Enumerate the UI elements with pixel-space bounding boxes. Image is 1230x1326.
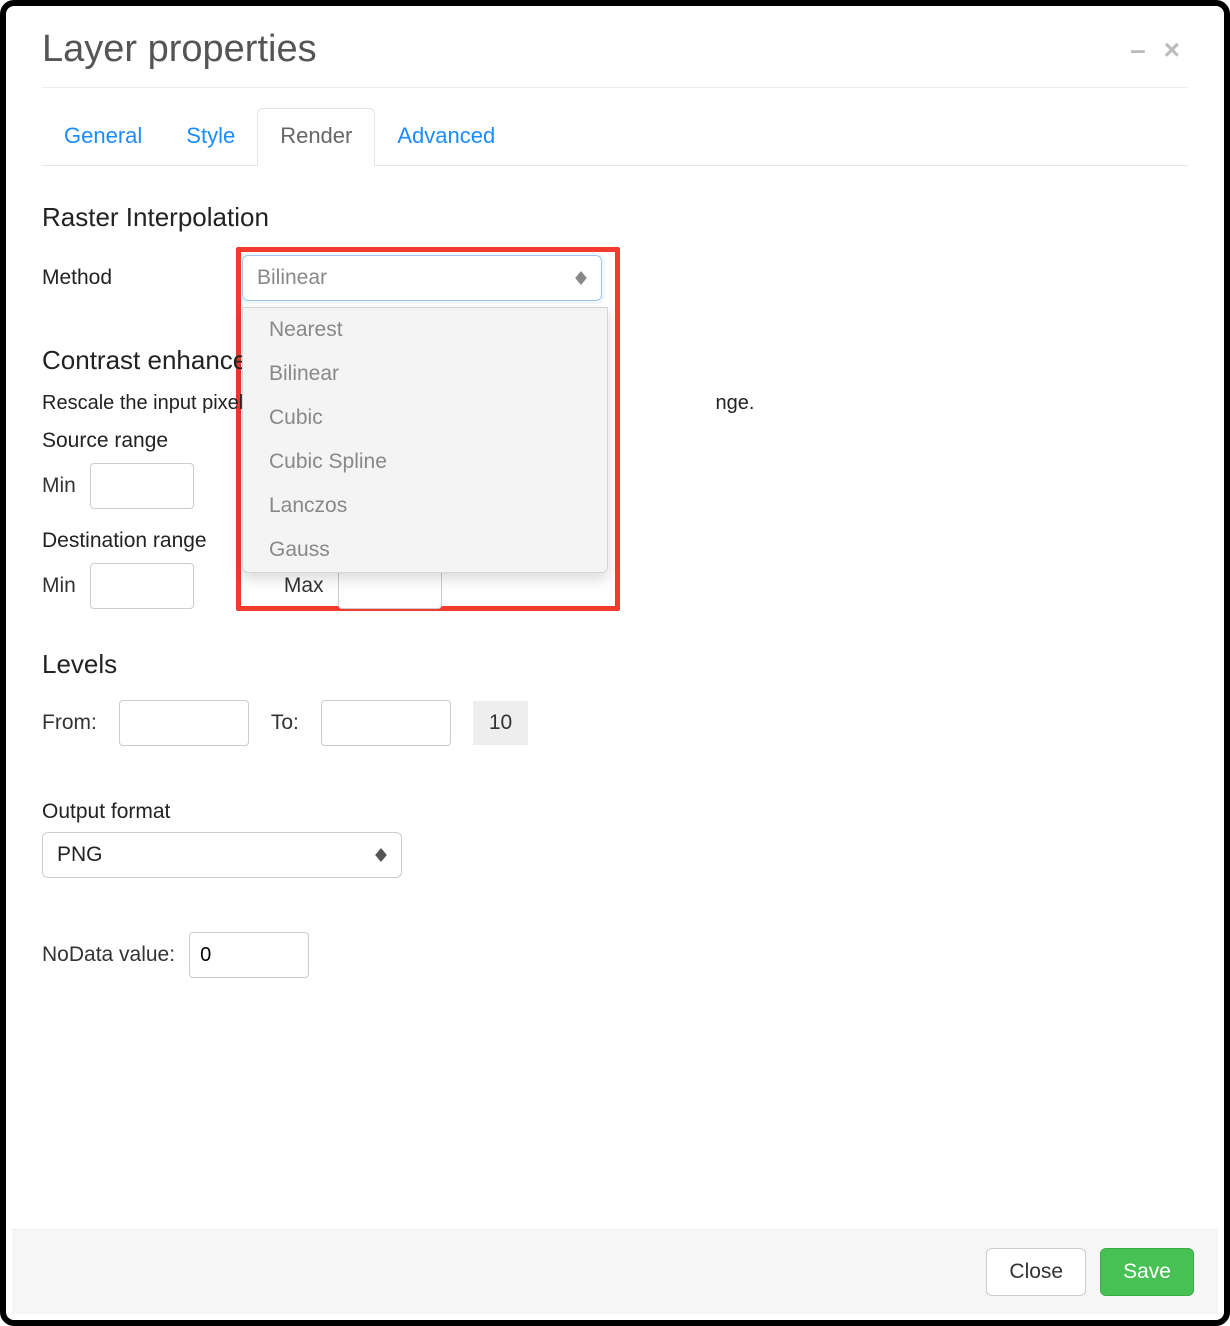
tab-general[interactable]: General — [42, 109, 164, 165]
dialog-title: Layer properties — [42, 28, 1130, 71]
save-button[interactable]: Save — [1100, 1248, 1194, 1296]
method-dropdown[interactable]: Nearest Bilinear Cubic Cubic Spline Lanc… — [242, 307, 608, 573]
close-icon[interactable]: × — [1164, 34, 1180, 66]
tab-bar: General Style Render Advanced — [42, 108, 1188, 166]
nodata-label: NoData value: — [42, 943, 175, 967]
method-option-cubic-spline[interactable]: Cubic Spline — [243, 440, 607, 484]
levels-from-label: From: — [42, 711, 97, 735]
raster-heading: Raster Interpolation — [42, 202, 1188, 233]
tab-render[interactable]: Render — [257, 108, 375, 166]
tab-style[interactable]: Style — [164, 109, 257, 165]
source-min-input[interactable] — [90, 463, 194, 509]
output-format-label: Output format — [42, 800, 1188, 824]
method-select[interactable]: Bilinear — [242, 255, 602, 301]
updown-icon — [575, 271, 587, 285]
output-format-select[interactable]: PNG — [42, 832, 402, 878]
method-option-lanczos[interactable]: Lanczos — [243, 484, 607, 528]
tab-advanced[interactable]: Advanced — [375, 109, 517, 165]
levels-badge: 10 — [473, 701, 528, 745]
minimize-icon[interactable]: – — [1130, 34, 1146, 66]
method-select-value: Bilinear — [257, 266, 327, 290]
source-range-label: Source range — [42, 429, 1188, 453]
nodata-input[interactable] — [189, 932, 309, 978]
contrast-heading: Contrast enhancement — [42, 345, 1188, 376]
dest-min-label: Min — [42, 574, 76, 598]
levels-from-input[interactable] — [119, 700, 249, 746]
contrast-desc: Rescale the input pixels valunge. — [42, 392, 1188, 415]
updown-icon — [375, 848, 387, 862]
levels-to-label: To: — [271, 711, 299, 735]
method-label: Method — [42, 266, 142, 290]
output-format-value: PNG — [57, 843, 103, 867]
method-option-gauss[interactable]: Gauss — [243, 528, 607, 572]
close-button[interactable]: Close — [986, 1248, 1086, 1296]
method-option-nearest[interactable]: Nearest — [243, 308, 607, 352]
levels-to-input[interactable] — [321, 700, 451, 746]
source-min-label: Min — [42, 474, 76, 498]
levels-heading: Levels — [42, 649, 1188, 680]
dest-min-input[interactable] — [90, 563, 194, 609]
method-option-cubic[interactable]: Cubic — [243, 396, 607, 440]
method-option-bilinear[interactable]: Bilinear — [243, 352, 607, 396]
dest-range-label: Destination range — [42, 529, 1188, 553]
dest-max-label: Max — [284, 574, 324, 598]
